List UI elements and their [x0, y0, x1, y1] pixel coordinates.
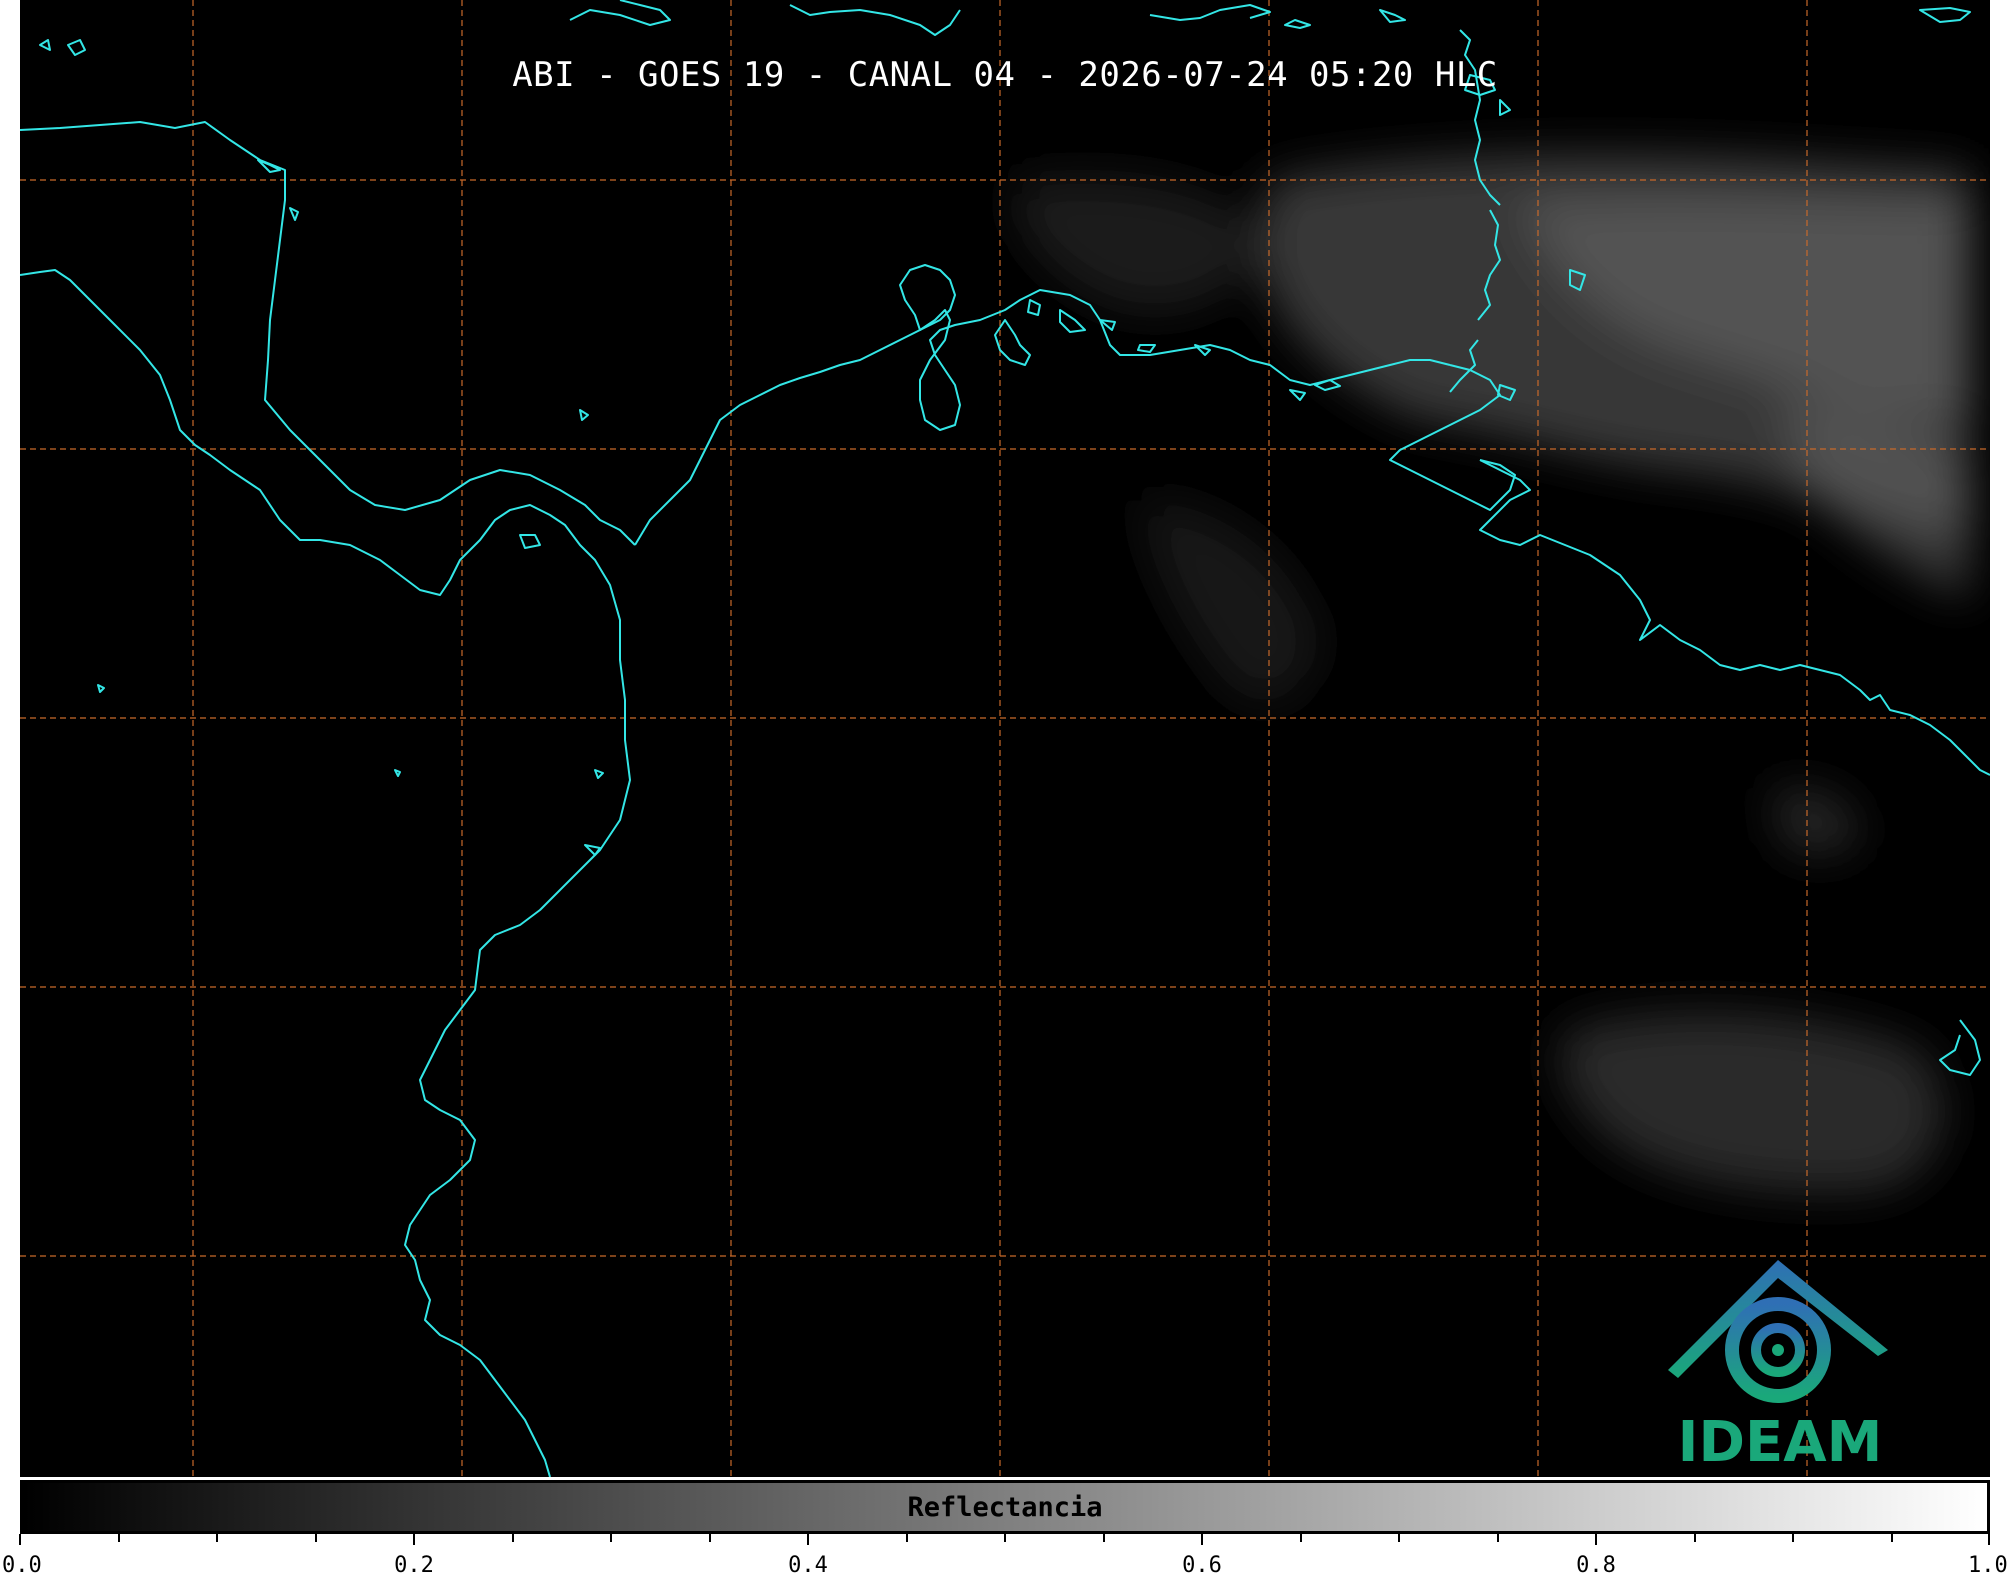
colorbar-label: Reflectancia: [907, 1491, 1103, 1523]
colorbar-minor-tick: [905, 1534, 908, 1542]
colorbar-ticks: 0.0 0.2 0.4 0.6 0.8 1.0: [2, 1534, 2008, 1578]
colorbar-tick-label: 0.8: [1576, 1553, 1616, 1578]
colorbar-minor-tick: [610, 1534, 612, 1542]
ideam-logo: IDEAM: [1660, 1250, 1900, 1475]
colorbar: Reflectancia: [20, 1480, 1990, 1534]
colorbar-minor-tick: [1398, 1534, 1400, 1542]
colorbar-major-tick: [1595, 1534, 1597, 1545]
colorbar-minor-tick: [117, 1534, 120, 1542]
colorbar-major-tick: [19, 1534, 21, 1545]
colorbar-tick-label: 0.0: [2, 1553, 42, 1578]
colorbar-minor-tick: [216, 1534, 218, 1542]
colorbar-minor-tick: [1890, 1534, 1893, 1542]
colorbar-major-tick: [807, 1534, 809, 1545]
logo-text: IDEAM: [1677, 1410, 1883, 1475]
colorbar-major-tick: [413, 1534, 415, 1545]
colorbar-minor-tick: [1792, 1534, 1794, 1542]
colorbar-tick-label: 0.4: [788, 1553, 828, 1578]
colorbar-minor-tick: [1496, 1534, 1499, 1542]
map-title: ABI - GOES 19 - CANAL 04 - 2026-07-24 05…: [512, 55, 1498, 95]
colorbar-major-tick: [1201, 1534, 1203, 1545]
colorbar-minor-tick: [708, 1534, 711, 1542]
colorbar-minor-tick: [1004, 1534, 1006, 1542]
colorbar-minor-tick: [1102, 1534, 1105, 1542]
colorbar-tick-label: 0.2: [394, 1553, 434, 1578]
colorbar-minor-tick: [511, 1534, 514, 1542]
colorbar-tick-label: 1.0: [1968, 1553, 2008, 1578]
satellite-map: ABI - GOES 19 - CANAL 04 - 2026-07-24 05…: [20, 0, 1990, 1477]
colorbar-tick-label: 0.6: [1182, 1553, 1222, 1578]
cloud-layer: [1014, 154, 1970, 1193]
colorbar-minor-tick: [1693, 1534, 1696, 1542]
ideam-logo-icon: [1668, 1260, 1888, 1403]
colorbar-minor-tick: [314, 1534, 317, 1542]
colorbar-major-tick: [1988, 1534, 1990, 1545]
colorbar-minor-tick: [1299, 1534, 1302, 1542]
